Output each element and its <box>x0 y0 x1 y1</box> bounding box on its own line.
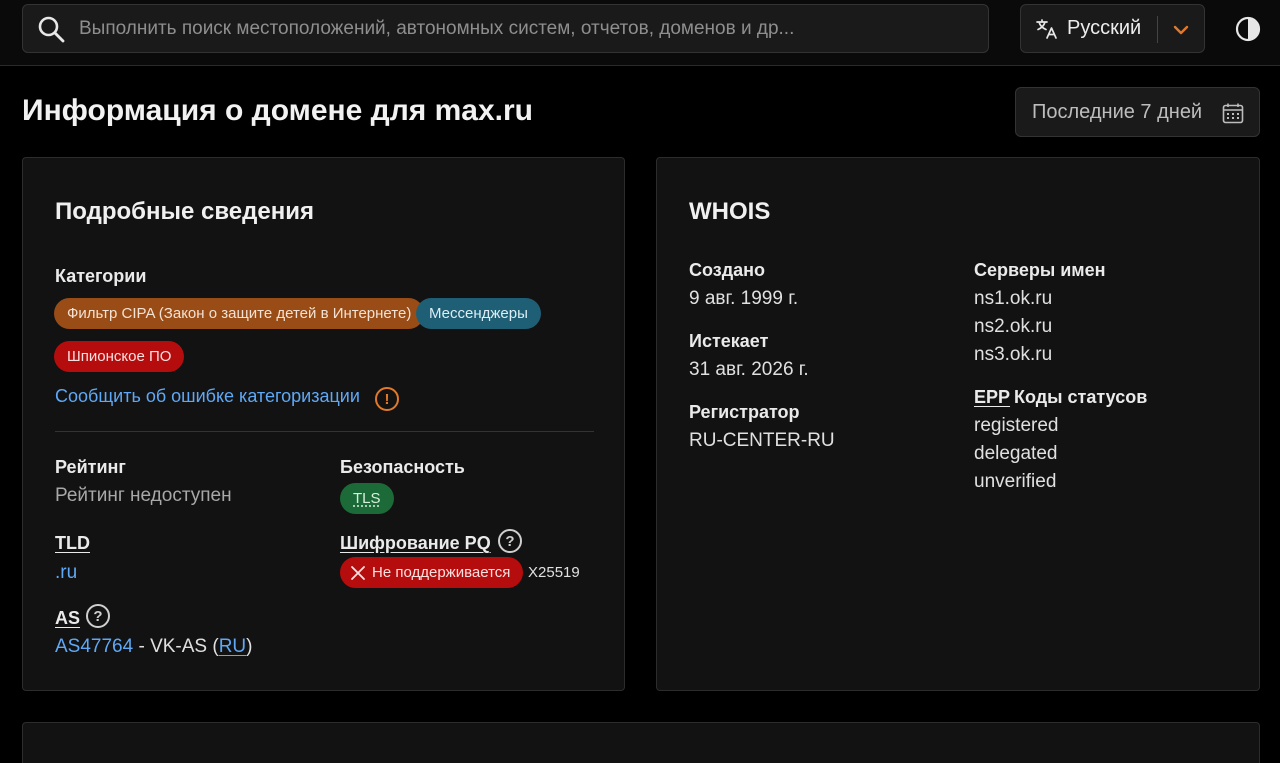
theme-toggle-icon[interactable] <box>1235 16 1261 42</box>
details-card: Подробные сведения Категории Фильтр CIPA… <box>22 157 625 691</box>
search-icon <box>38 16 65 42</box>
language-label: Русский <box>1067 17 1142 39</box>
registrar-value: RU-CENTER-RU <box>689 430 835 451</box>
status-codes-label: Коды статусов <box>1014 387 1148 407</box>
date-range-button[interactable]: Последние 7 дней <box>1015 87 1260 137</box>
nameservers-label: Серверы имен <box>974 260 1106 280</box>
tld-label[interactable]: TLD <box>55 533 90 554</box>
warning-icon: ! <box>375 387 399 411</box>
as-number-link[interactable]: AS47764 <box>55 636 133 657</box>
close-icon <box>351 565 365 580</box>
translate-icon <box>1036 18 1057 39</box>
expires-label: Истекает <box>689 331 769 351</box>
registrar-label: Регистратор <box>689 402 800 422</box>
pq-status-badge[interactable]: Не поддерживается <box>340 557 524 588</box>
status-item: registered <box>974 415 1059 436</box>
details-divider <box>55 431 594 432</box>
language-selector[interactable]: Русский <box>1020 4 1205 53</box>
whois-card: WHOIS Создано 9 авг. 1999 г. Истекает 31… <box>656 157 1260 691</box>
as-close: ) <box>246 636 253 657</box>
categories-label: Категории <box>55 266 147 286</box>
whois-title: WHOIS <box>689 198 771 225</box>
nameserver-item: ns2.ok.ru <box>974 316 1053 337</box>
security-label: Безопасность <box>340 457 465 477</box>
as-label[interactable]: AS <box>55 608 80 629</box>
tls-badge[interactable]: TLS <box>340 483 394 514</box>
search-box[interactable] <box>22 4 989 53</box>
language-divider <box>1157 16 1158 43</box>
date-range-label: Последние 7 дней <box>1032 100 1203 123</box>
as-value: AS47764 - VK-AS (RU) <box>55 636 252 658</box>
search-input[interactable] <box>79 17 959 40</box>
pq-encryption-label[interactable]: Шифрование PQ <box>340 533 491 554</box>
pq-key-exchange: X25519 <box>528 564 580 581</box>
tld-link[interactable]: .ru <box>55 562 77 584</box>
status-item: unverified <box>974 471 1057 492</box>
rating-label: Рейтинг <box>55 457 126 477</box>
nameserver-item: ns3.ok.ru <box>974 344 1053 365</box>
nameserver-item: ns1.ok.ru <box>974 288 1053 309</box>
status-item: delegated <box>974 443 1058 464</box>
as-name: - VK-AS ( <box>133 636 219 657</box>
category-badge[interactable]: Фильтр CIPA (Закон о защите детей в Инте… <box>54 298 425 329</box>
details-title: Подробные сведения <box>55 198 314 225</box>
report-categorization-link[interactable]: Сообщить об ошибке категоризации <box>55 386 360 407</box>
help-icon[interactable]: ? <box>86 604 110 628</box>
pq-status-label: Не поддерживается <box>372 564 511 581</box>
rating-value: Рейтинг недоступен <box>55 485 232 506</box>
as-country-link[interactable]: RU <box>219 636 246 657</box>
expires-value: 31 авг. 2026 г. <box>689 359 809 380</box>
calendar-icon <box>1222 103 1244 124</box>
top-bar: Русский <box>0 0 1280 66</box>
category-badge[interactable]: Мессенджеры <box>416 298 541 329</box>
epp-label[interactable]: EPP <box>974 387 1010 408</box>
created-label: Создано <box>689 260 766 280</box>
next-card <box>22 722 1260 763</box>
chevron-down-icon[interactable] <box>1171 20 1191 40</box>
help-icon[interactable]: ? <box>498 529 522 553</box>
page-title: Информация о домене для max.ru <box>22 94 533 127</box>
created-value: 9 авг. 1999 г. <box>689 288 799 309</box>
category-badge[interactable]: Шпионское ПО <box>54 341 185 372</box>
